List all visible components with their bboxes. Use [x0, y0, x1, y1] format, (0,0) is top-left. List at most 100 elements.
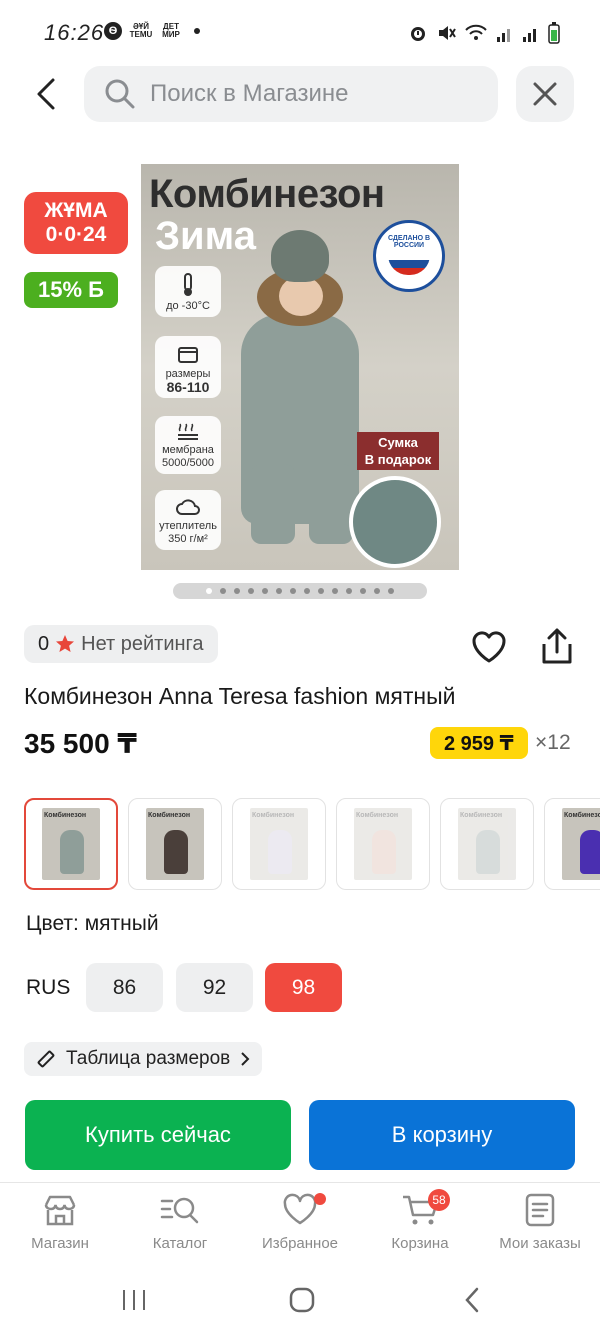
favorites-notification-dot	[314, 1193, 326, 1205]
installment-months: ×12	[535, 731, 571, 754]
thumbnail-label: Комбинезон	[564, 812, 600, 819]
signal-1-icon	[497, 29, 510, 42]
bottom-navigation: Магазин Каталог Избранное 58 Корзина Мои…	[0, 1182, 600, 1268]
buy-now-button[interactable]: Купить сейчас	[25, 1100, 291, 1170]
gallery-dot[interactable]	[290, 588, 296, 594]
cloud-icon	[176, 499, 200, 515]
thumbnail-label: Комбинезон	[460, 812, 503, 819]
membrane-icon	[178, 423, 198, 440]
thumbnail-product-shape	[580, 830, 600, 874]
nav-favorites[interactable]: Избранное	[240, 1193, 360, 1252]
color-variant-thumbnail[interactable]: Комбинезон	[544, 798, 600, 890]
add-to-cart-button[interactable]: В корзину	[309, 1100, 575, 1170]
color-variant-thumbnail[interactable]: Комбинезон	[24, 798, 118, 890]
size-option-92[interactable]: 92	[176, 963, 253, 1012]
gallery-dot[interactable]	[360, 588, 366, 594]
friday-badge-line2: 0·0·24	[45, 223, 107, 246]
rating-pill[interactable]: 0 Нет рейтинга	[24, 625, 218, 663]
gallery-dot[interactable]	[374, 588, 380, 594]
gallery-dot[interactable]	[234, 588, 240, 594]
thermometer-icon	[184, 273, 192, 296]
gift-line1: Сумка	[378, 435, 418, 450]
feature-insulation: утеплитель 350 г/м²	[155, 490, 221, 550]
gallery-pagination-dots[interactable]	[173, 583, 427, 599]
detmir-app-icon: ДЕТ МИР	[162, 22, 180, 39]
size-option-86[interactable]: 86	[86, 963, 163, 1012]
gallery-dot[interactable]	[206, 588, 212, 594]
product-price: 35 500 ₸	[24, 728, 137, 759]
gallery-dot[interactable]	[248, 588, 254, 594]
gallery-dot[interactable]	[346, 588, 352, 594]
color-variant-thumbnail[interactable]: Комбинезон	[128, 798, 222, 890]
gallery-dot[interactable]	[388, 588, 394, 594]
recent-apps-button[interactable]	[114, 1284, 154, 1316]
share-button[interactable]	[538, 626, 578, 668]
size-table-link[interactable]: Таблица размеров	[24, 1042, 263, 1076]
thumbnail-image: Комбинезон	[42, 808, 100, 880]
search-box[interactable]	[84, 66, 498, 122]
thumbnail-product-shape	[372, 830, 396, 874]
thumbnail-image: Комбинезон	[354, 808, 412, 880]
gallery-dot[interactable]	[304, 588, 310, 594]
thumbnail-image: Комбинезон	[458, 808, 516, 880]
product-main-image[interactable]: Комбинезон Зима до -30°С размеры 86-110 …	[141, 164, 459, 570]
thumbnail-product-shape	[268, 830, 292, 874]
color-variant-thumbnail[interactable]: Комбинезон	[336, 798, 430, 890]
wifi-icon	[465, 24, 487, 40]
friday-badge-line1: ЖҰМА	[44, 199, 108, 222]
feature-membrane: мембрана 5000/5000	[155, 416, 221, 474]
nav-cart[interactable]: 58 Корзина	[360, 1189, 480, 1252]
gallery-dot[interactable]	[220, 588, 226, 594]
product-image-child-hat	[271, 230, 329, 282]
signal-2-icon	[523, 29, 536, 42]
nav-catalog[interactable]: Каталог	[120, 1193, 240, 1252]
gallery-dot[interactable]	[276, 588, 282, 594]
search-input[interactable]	[150, 80, 470, 108]
share-icon	[542, 628, 572, 664]
feature-sizes-range: 86-110	[166, 379, 210, 395]
thumbnail-product-shape	[476, 830, 500, 874]
thumbnail-image: Комбинезон	[146, 808, 204, 880]
gallery-dot[interactable]	[318, 588, 324, 594]
color-variant-thumbnails: Комбинезон Комбинезон Комбинезон Комбинезон…	[24, 798, 600, 892]
nav-my-orders[interactable]: Мои заказы	[480, 1193, 600, 1252]
star-icon	[56, 635, 75, 652]
thumbnail-label: Комбинезон	[252, 812, 295, 819]
thumbnail-product-shape	[164, 830, 188, 874]
product-image-child-face	[279, 276, 323, 316]
color-variant-thumbnail[interactable]: Комбинезон	[440, 798, 534, 890]
clear-search-button[interactable]	[516, 66, 574, 122]
heart-icon	[283, 1193, 317, 1225]
gift-bag-label: Сумка В подарок	[357, 432, 439, 470]
back-button[interactable]	[28, 74, 64, 114]
add-to-favorites-button[interactable]	[470, 628, 510, 668]
feature-membrane-text: мембрана 5000/5000	[162, 444, 214, 469]
close-icon	[533, 82, 557, 106]
nav-store[interactable]: Магазин	[0, 1193, 120, 1252]
thumbnail-label: Комбинезон	[44, 812, 87, 819]
search-icon	[105, 79, 135, 109]
notification-app-icon: Ѳ	[104, 22, 122, 40]
nav-my-orders-label: Мои заказы	[499, 1235, 581, 1252]
rating-text: Нет рейтинга	[81, 632, 204, 655]
status-bar: 16:26 Ѳ ƏҰЙ TEMU ДЕТ МИР	[0, 0, 600, 64]
temu-app-icon: ƏҰЙ TEMU	[129, 22, 153, 39]
system-back-button[interactable]	[452, 1284, 492, 1316]
seal-text: СДЕЛАНО В РОССИИ	[387, 235, 431, 249]
status-time: 16:26	[44, 20, 105, 45]
size-option-98[interactable]: 98	[265, 963, 342, 1012]
catalog-search-icon	[160, 1197, 199, 1224]
installment-price-badge[interactable]: 2 959 ₸	[430, 727, 528, 759]
gallery-dot[interactable]	[262, 588, 268, 594]
size-table-label: Таблица размеров	[66, 1048, 231, 1069]
nav-favorites-label: Избранное	[261, 1235, 339, 1252]
color-variant-thumbnail[interactable]: Комбинезон	[232, 798, 326, 890]
gallery-dot[interactable]	[332, 588, 338, 594]
chevron-right-icon	[241, 1052, 250, 1066]
home-button[interactable]	[282, 1284, 322, 1316]
product-image-title-2: Зима	[155, 214, 256, 258]
nav-store-label: Магазин	[31, 1235, 89, 1252]
alarm-icon	[411, 27, 425, 41]
back-icon	[465, 1287, 479, 1313]
russia-flag-icon	[388, 253, 430, 275]
